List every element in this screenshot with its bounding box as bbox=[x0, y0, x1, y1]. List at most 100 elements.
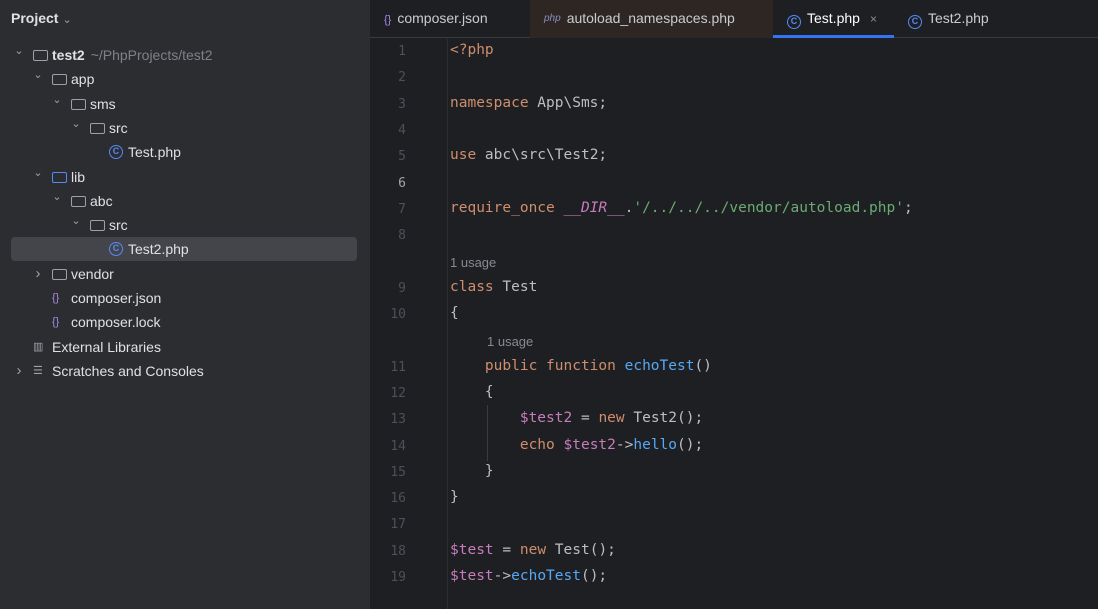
token-kw: <?php bbox=[450, 42, 494, 58]
token-tx: (); bbox=[677, 436, 704, 453]
token-var: $test bbox=[450, 568, 494, 584]
code-line: require_once __DIR__.'/../../../vendor/a… bbox=[450, 200, 913, 216]
token-tx: abc\src\Test2; bbox=[476, 147, 608, 164]
code-line: $test = new Test(); bbox=[450, 542, 616, 558]
token-const: __DIR__ bbox=[563, 199, 625, 216]
tree-item-composer-json[interactable]: {} composer.json bbox=[11, 286, 357, 310]
close-icon[interactable]: × bbox=[870, 12, 877, 26]
line-number: 9 bbox=[398, 280, 406, 296]
token-tx: -> bbox=[615, 436, 634, 453]
tree-item-name: sms bbox=[90, 95, 116, 112]
library-icon: ▥ bbox=[33, 340, 44, 353]
token-kw: require_once bbox=[450, 199, 555, 216]
json-file-icon: {} bbox=[384, 14, 392, 26]
line-number: 5 bbox=[398, 149, 406, 165]
tree-item-name: app bbox=[71, 71, 95, 88]
token-kw: use bbox=[450, 147, 477, 164]
chevron-down-icon: ⌄ bbox=[62, 14, 72, 26]
usage-hint[interactable]: 1 usage bbox=[450, 255, 496, 270]
line-number: 12 bbox=[390, 385, 406, 401]
line-number: 17 bbox=[390, 517, 406, 533]
line-number: 10 bbox=[390, 307, 406, 322]
token-fn: echoTest bbox=[511, 568, 581, 584]
token-tx: () bbox=[694, 357, 712, 374]
token-kw: namespace bbox=[450, 94, 529, 111]
tree-item-src[interactable]: ⌄ src bbox=[11, 116, 357, 140]
chevron-right-icon[interactable]: › bbox=[13, 359, 25, 383]
code-line: } bbox=[450, 489, 459, 505]
line-number: 6 bbox=[398, 175, 406, 191]
tree-item-label: Test.php bbox=[128, 140, 181, 164]
chevron-down-icon[interactable]: ⌄ bbox=[32, 63, 44, 87]
token-tx: = bbox=[572, 410, 599, 427]
tree-item-name: src bbox=[109, 217, 128, 234]
tree-item-name: test2 bbox=[52, 47, 85, 63]
code-line: <?php bbox=[450, 42, 494, 58]
php-class-icon: C bbox=[787, 15, 801, 29]
tree-item-test-php[interactable]: C Test.php bbox=[11, 140, 357, 164]
token-tx: App\Sms; bbox=[528, 94, 608, 111]
line-number: 19 bbox=[390, 570, 406, 585]
tree-item-path: ~/PhpProjects/test2 bbox=[90, 47, 213, 63]
chevron-down-icon[interactable]: ⌄ bbox=[70, 209, 82, 233]
php-class-icon: C bbox=[109, 145, 123, 160]
tree-item-sms[interactable]: ⌄ sms bbox=[11, 92, 357, 116]
token-tx: { bbox=[450, 305, 459, 321]
tree-item-external-libraries[interactable]: ▥ External Libraries bbox=[11, 335, 357, 359]
project-sidebar: Project ⌄ ⌄ test2 ~/PhpProjects/test2 ⌄ app ⌄ s… bbox=[0, 0, 370, 609]
line-number: 13 bbox=[390, 412, 406, 428]
tree-item-label: lib bbox=[71, 165, 85, 189]
tree-item-label: sms bbox=[90, 92, 116, 116]
tree-item-scratches-and-consoles[interactable]: › ☰ Scratches and Consoles bbox=[11, 359, 357, 383]
chevron-down-icon[interactable]: ⌄ bbox=[51, 88, 63, 112]
json-file-icon: {} bbox=[52, 316, 60, 329]
chevron-right-icon[interactable]: › bbox=[32, 262, 44, 286]
chevron-down-icon[interactable]: ⌄ bbox=[51, 185, 63, 209]
token-kw: new bbox=[598, 410, 625, 427]
code-line: $test2 = new Test2(); bbox=[450, 410, 703, 426]
tree-item-test2[interactable]: ⌄ test2 ~/PhpProjects/test2 bbox=[11, 43, 357, 67]
tree-item-name: Test2.php bbox=[128, 241, 189, 258]
php-file-icon: php bbox=[544, 13, 561, 24]
tab-label: Test2.php bbox=[928, 10, 989, 26]
usage-hint[interactable]: 1 usage bbox=[487, 334, 533, 349]
tab-test-php[interactable]: C Test.php × bbox=[773, 0, 894, 38]
code-line: use abc\src\Test2; bbox=[450, 147, 607, 163]
line-number: 18 bbox=[390, 543, 406, 559]
folder-icon bbox=[52, 74, 67, 86]
tree-item-label: src bbox=[109, 116, 128, 140]
folder-icon bbox=[52, 171, 67, 183]
code-line: public function echoTest() bbox=[450, 358, 712, 374]
token-kw: class bbox=[450, 278, 494, 295]
tree-item-label: app bbox=[71, 67, 94, 91]
tree-item-name: Test.php bbox=[128, 144, 181, 161]
tree-item-name: composer.lock bbox=[71, 314, 161, 331]
tree-item-composer-lock[interactable]: {} composer.lock bbox=[11, 310, 357, 334]
tab-composer-json[interactable]: {} composer.json bbox=[370, 0, 530, 38]
token-tx: -> bbox=[493, 568, 512, 584]
token-tx: (); bbox=[580, 568, 608, 584]
token-tx: Test(); bbox=[546, 541, 616, 558]
tree-item-abc[interactable]: ⌄ abc bbox=[11, 189, 357, 213]
tree-item-test2-php[interactable]: C Test2.php bbox=[11, 237, 357, 262]
gutter-divider bbox=[447, 39, 448, 609]
chevron-down-icon[interactable]: ⌄ bbox=[13, 39, 25, 63]
folder-icon bbox=[90, 220, 105, 232]
token-fn: echoTest bbox=[624, 357, 695, 374]
tab-test2-php[interactable]: C Test2.php bbox=[894, 0, 1034, 38]
project-view-selector[interactable]: Project ⌄ bbox=[11, 10, 72, 26]
tree-item-name: lib bbox=[71, 168, 86, 185]
token-kw: public function bbox=[484, 357, 616, 374]
token-tx bbox=[450, 410, 520, 426]
token-var: $test2 bbox=[519, 410, 573, 427]
chevron-down-icon[interactable]: ⌄ bbox=[32, 161, 44, 185]
token-tx: } bbox=[450, 489, 459, 506]
tree-item-vendor[interactable]: › vendor bbox=[11, 262, 357, 286]
json-file-icon: {} bbox=[52, 292, 60, 304]
line-number: 4 bbox=[398, 122, 406, 138]
tree-item-name: Scratches and Consoles bbox=[52, 362, 204, 379]
tree-item-src[interactable]: ⌄ src bbox=[11, 213, 357, 237]
token-var: $test2 bbox=[563, 436, 616, 453]
tab-autoload-namespaces-php[interactable]: php autoload_namespaces.php bbox=[530, 0, 773, 38]
chevron-down-icon[interactable]: ⌄ bbox=[70, 112, 82, 136]
